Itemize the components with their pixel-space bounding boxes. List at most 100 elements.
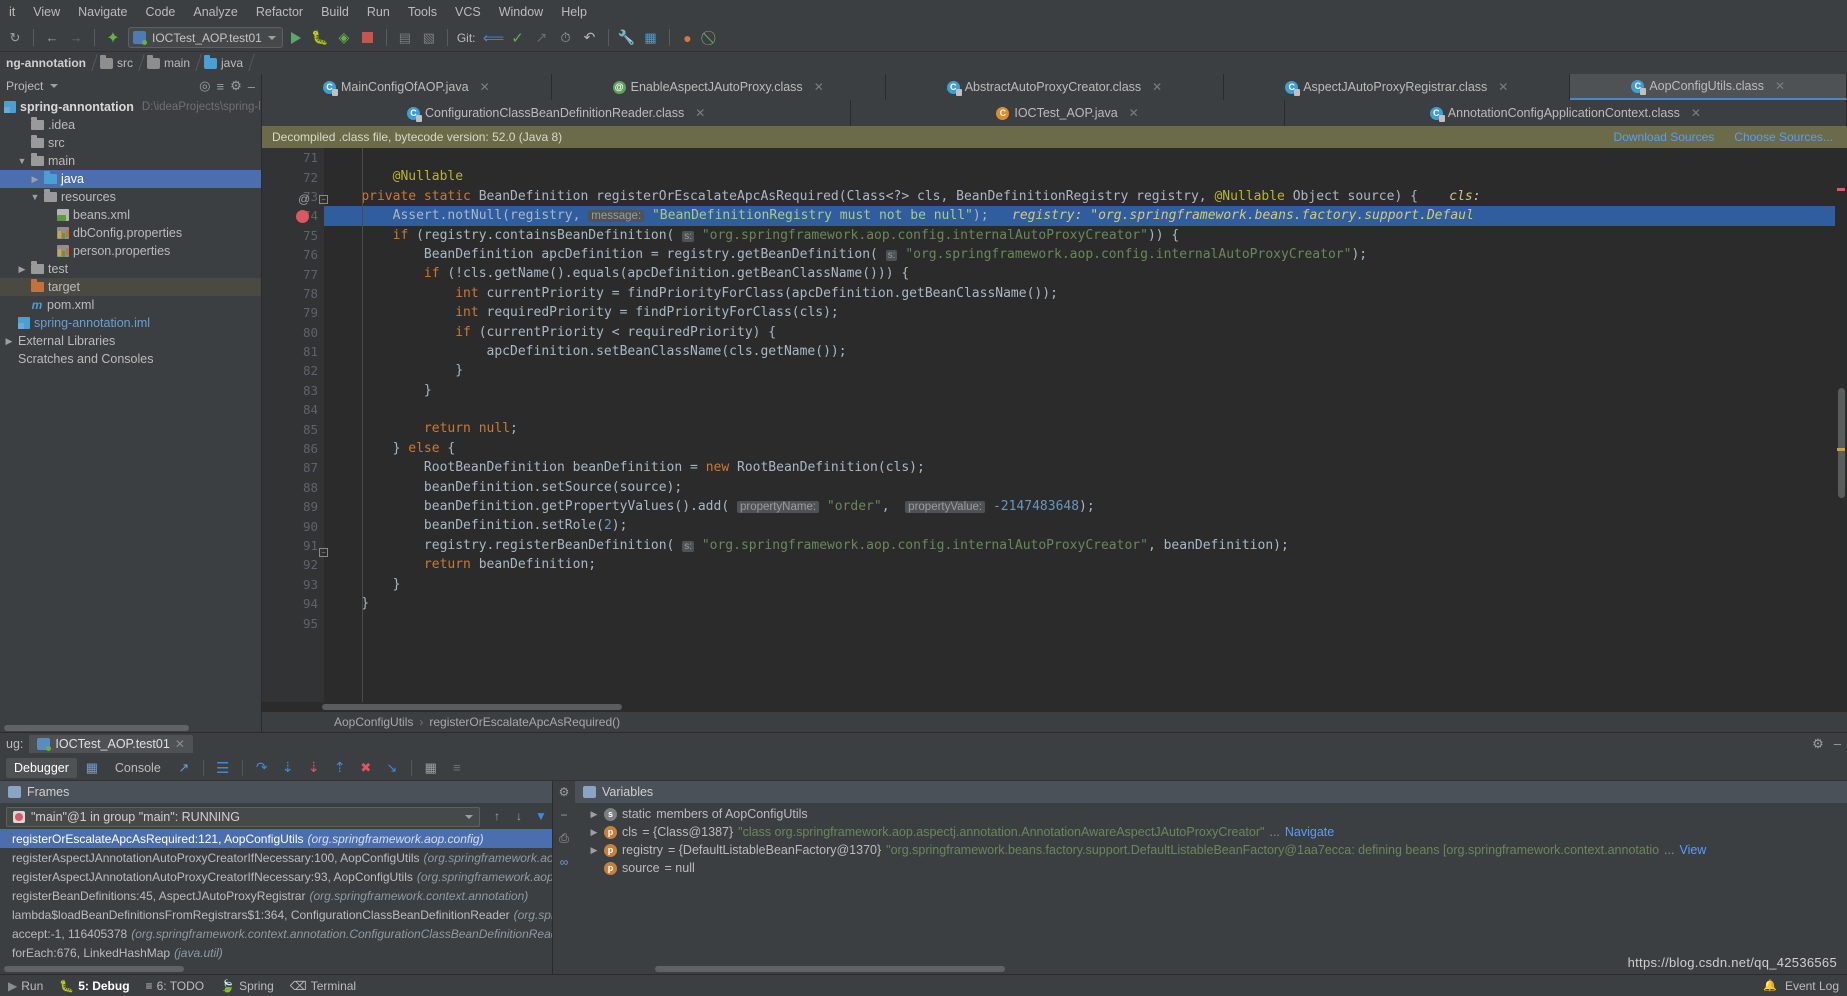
- no-entry-icon[interactable]: ⃠: [701, 27, 723, 49]
- project-view-chevron-icon[interactable]: [50, 84, 59, 88]
- frame-row[interactable]: registerAspectJAnnotationAutoProxyCreato…: [0, 867, 552, 886]
- variable-row[interactable]: ▶ p registry = {DefaultListableBeanFactory…: [575, 841, 1847, 859]
- thread-view-icon[interactable]: ≡: [446, 758, 468, 778]
- close-icon[interactable]: ✕: [1129, 106, 1139, 120]
- gear-icon[interactable]: ⚙: [230, 78, 242, 94]
- editor-gutter[interactable]: @ − − 71 72 73 74 75 76 77 78 79 80 81 82 83 84 85 86 87…: [262, 148, 328, 702]
- tree-item-main[interactable]: ▼ main: [0, 152, 261, 170]
- editor-tab-annotationconfigapplicationcontext-class[interactable]: C AnnotationConfigApplicationContext.clas…: [1284, 100, 1847, 126]
- code-line[interactable]: if (!cls.getName().equals(apcDefinition.…: [324, 264, 1847, 283]
- variable-row[interactable]: ▶ p cls = {Class@1387} "class org.springfr…: [575, 823, 1847, 841]
- wrench-icon[interactable]: 🔧: [616, 27, 638, 49]
- frame-row[interactable]: registerAspectJAnnotationAutoProxyCreato…: [0, 848, 552, 867]
- profiler-icon[interactable]: ▧: [418, 27, 440, 49]
- frames-horizontal-scrollbar[interactable]: [0, 965, 552, 974]
- code-line[interactable]: [324, 613, 1847, 632]
- step-into-icon[interactable]: ⇣: [277, 758, 299, 778]
- menu-item-tools[interactable]: Tools: [399, 2, 446, 22]
- resume-icon[interactable]: ☰: [212, 758, 234, 778]
- settings-small-icon[interactable]: ⚙: [559, 785, 570, 799]
- editor-tab-enableaspectjautoproxy-class[interactable]: @ EnableAspectJAutoProxy.class ✕: [551, 74, 886, 100]
- copy-icon[interactable]: ⎙: [559, 831, 569, 846]
- code-lines-container[interactable]: @Nullable private static BeanDefinition …: [324, 148, 1847, 702]
- force-step-into-icon[interactable]: ⇣: [303, 758, 325, 778]
- editor-tabs-row-1[interactable]: C MainConfigOfAOP.java ✕ @ EnableAspectJAuto…: [262, 74, 1847, 100]
- editor-tab-ioctest-aop-java[interactable]: C IOCTest_AOP.java ✕: [851, 100, 1285, 126]
- menu-item-help[interactable]: Help: [552, 2, 596, 22]
- code-line[interactable]: } else {: [324, 439, 1847, 458]
- error-stripe-marker[interactable]: [1837, 188, 1845, 191]
- code-line[interactable]: [324, 400, 1847, 419]
- tab-debugger[interactable]: Debugger: [6, 757, 77, 778]
- tab-console[interactable]: Console: [107, 758, 169, 778]
- chevron-right-icon[interactable]: ▶: [589, 809, 599, 820]
- editor-tab-mainconfigofaop-java[interactable]: C MainConfigOfAOP.java ✕: [262, 74, 552, 100]
- status-item-run[interactable]: ▶ Run: [8, 979, 43, 993]
- hide-icon[interactable]: –: [248, 79, 255, 94]
- code-line[interactable]: registry.registerBeanDefinition( s: "org…: [324, 536, 1847, 555]
- step-over-icon[interactable]: ↷: [251, 758, 273, 778]
- close-icon[interactable]: ✕: [1691, 106, 1701, 120]
- tree-item-spring-annotation-iml[interactable]: spring-annotation.iml: [0, 314, 261, 332]
- code-line[interactable]: int currentPriority = findPriorityForCla…: [324, 284, 1847, 303]
- frame-row[interactable]: accept:-1, 116405378 (org.springframework…: [0, 924, 552, 943]
- chevron-right-icon[interactable]: ▶: [589, 845, 599, 856]
- code-line[interactable]: int requiredPriority = findPriorityForCl…: [324, 303, 1847, 322]
- editor-tab-abstractautoproxycreator-class[interactable]: C AbstractAutoProxyCreator.class ✕: [885, 74, 1225, 100]
- editor-vertical-scrollbar[interactable]: [1835, 148, 1847, 702]
- run-configuration-selector[interactable]: IOCTest_AOP.test01: [128, 27, 283, 48]
- code-line[interactable]: if (currentPriority < requiredPriority) …: [324, 323, 1847, 342]
- code-line[interactable]: @Nullable: [324, 167, 1847, 186]
- breadcrumb-class[interactable]: AopConfigUtils: [334, 715, 413, 729]
- sync-icon[interactable]: ↻: [4, 27, 26, 49]
- tree-item-project-root[interactable]: spring-annontation D:\ideaProjects\spring…: [0, 98, 261, 116]
- minus-icon[interactable]: −: [560, 808, 567, 822]
- menu-item-run[interactable]: Run: [358, 2, 399, 22]
- project-tree[interactable]: spring-annontation D:\ideaProjects\spring…: [0, 98, 261, 724]
- download-sources-link[interactable]: Download Sources: [1614, 130, 1715, 144]
- breadcrumb-method[interactable]: registerOrEscalateApcAsRequired(): [429, 715, 620, 729]
- editor-tab-configurationclassbeandefinitionreader-class[interactable]: C ConfigurationClassBeanDefinitionReader.…: [262, 100, 852, 126]
- close-icon[interactable]: ✕: [814, 80, 824, 94]
- chevron-right-icon[interactable]: ▶: [17, 264, 27, 275]
- close-icon[interactable]: ✕: [695, 106, 705, 120]
- menu-item-window[interactable]: Window: [490, 2, 552, 22]
- link-icon[interactable]: ∞: [560, 855, 569, 869]
- close-icon[interactable]: ✕: [175, 737, 185, 751]
- navbar-crumb-java[interactable]: java: [198, 52, 251, 74]
- editor-horizontal-scrollbar[interactable]: [262, 702, 1847, 712]
- menu-item-code[interactable]: Code: [136, 2, 184, 22]
- stop-button[interactable]: [357, 27, 379, 49]
- code-line[interactable]: beanDefinition.setSource(source);: [324, 478, 1847, 497]
- chevron-down-icon[interactable]: ▼: [30, 192, 40, 202]
- tree-item-person-properties[interactable]: person.properties: [0, 242, 261, 260]
- collapse-all-icon[interactable]: ≡: [217, 79, 225, 94]
- code-line[interactable]: apcDefinition.setBeanClassName(cls.getNa…: [324, 342, 1847, 361]
- navbar-crumb-ng-annotation[interactable]: ng-annotation: [0, 52, 94, 74]
- status-item-terminal[interactable]: ⌫ Terminal: [290, 979, 356, 993]
- chevron-right-icon[interactable]: ▶: [589, 827, 599, 838]
- step-out-icon[interactable]: ⇡: [329, 758, 351, 778]
- code-line[interactable]: }: [324, 594, 1847, 613]
- code-line-current[interactable]: Assert.notNull(registry, message: "BeanD…: [324, 206, 1847, 226]
- chevron-right-icon[interactable]: ▶: [4, 336, 14, 347]
- tree-item-beans-xml[interactable]: beans.xml: [0, 206, 261, 224]
- code-editor[interactable]: @ − − 71 72 73 74 75 76 77 78 79 80 81 82 83 84 85 86 87…: [262, 148, 1847, 702]
- close-icon[interactable]: ✕: [1152, 80, 1162, 94]
- run-coverage-button[interactable]: ◈: [333, 27, 355, 49]
- variable-action-link[interactable]: View: [1679, 843, 1706, 857]
- code-line[interactable]: return beanDefinition;: [324, 555, 1847, 574]
- code-line[interactable]: return null;: [324, 419, 1847, 438]
- git-commit-icon[interactable]: ✓: [507, 27, 529, 49]
- code-line[interactable]: private static BeanDefinition registerOr…: [324, 187, 1847, 206]
- tree-item-target[interactable]: target: [0, 278, 261, 296]
- navbar-crumb-src[interactable]: src: [94, 52, 141, 74]
- forward-icon[interactable]: →: [65, 27, 87, 49]
- close-icon[interactable]: ✕: [480, 80, 490, 94]
- git-history-icon[interactable]: ⏱: [555, 27, 577, 49]
- variable-row[interactable]: p source = null: [575, 859, 1847, 877]
- code-line[interactable]: if (registry.containsBeanDefinition( s: …: [324, 226, 1847, 245]
- evaluate-expression-icon[interactable]: ▦: [420, 758, 442, 778]
- code-line[interactable]: beanDefinition.setRole(2);: [324, 516, 1847, 535]
- filter-icon[interactable]: ▼: [535, 809, 547, 823]
